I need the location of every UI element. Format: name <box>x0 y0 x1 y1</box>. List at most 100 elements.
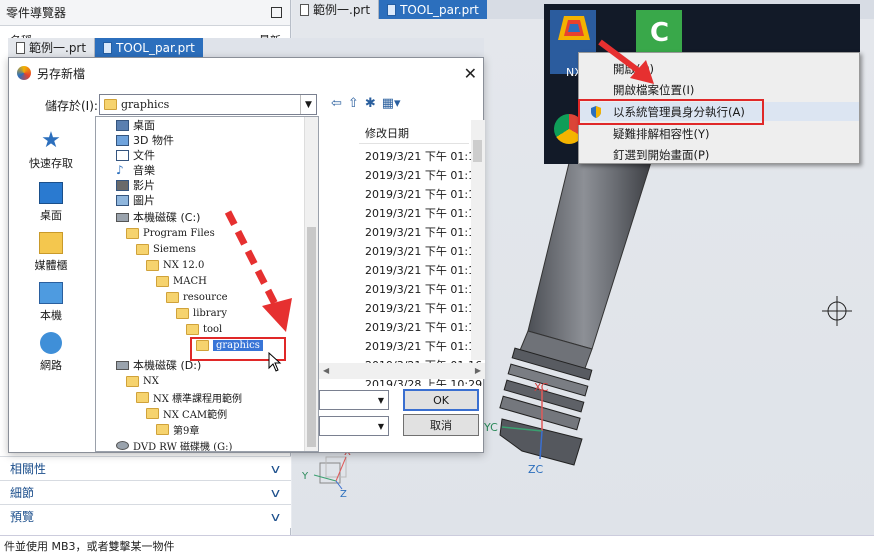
new-folder-icon[interactable]: ✱ <box>365 96 376 111</box>
place-desktop[interactable]: 桌面 <box>15 182 87 223</box>
tree-scrollbar[interactable] <box>304 117 318 451</box>
tree-item[interactable]: 桌面 <box>116 117 155 133</box>
place-label: 本機 <box>40 309 62 322</box>
place-this-pc[interactable]: 本機 <box>15 282 87 323</box>
date-cell: 2019/3/21 下午 01:16 <box>365 321 483 334</box>
tree-item[interactable]: 圖片 <box>116 192 155 208</box>
list-vertical-scrollbar[interactable] <box>471 120 485 360</box>
tree-label: DVD RW 磁碟機 (G:) <box>133 441 233 452</box>
chevron-down-icon[interactable]: ▼ <box>374 417 388 435</box>
date-cell: 2019/3/21 下午 01:16 <box>365 264 483 277</box>
axis-label-zc: ZC <box>528 463 544 476</box>
tree-item[interactable]: 第9章 <box>156 421 199 437</box>
tree-item[interactable]: NX 12.0 <box>146 257 204 273</box>
tree-item[interactable]: Program Files <box>126 225 215 241</box>
cancel-button[interactable]: 取消 <box>403 414 479 436</box>
tree-item[interactable]: DVD RW 磁碟機 (G:) <box>116 437 233 452</box>
desktop-icon <box>39 182 63 204</box>
ok-button[interactable]: OK <box>403 389 479 411</box>
file-name-combo[interactable]: ▼ <box>319 390 389 410</box>
place-label: 媒體櫃 <box>34 259 68 272</box>
tree-label: 文件 <box>133 149 155 162</box>
column-date-modified[interactable]: 修改日期 <box>359 120 469 144</box>
tree-item[interactable]: 本機磁碟 (C:) <box>116 209 200 225</box>
tree-item[interactable]: 本機磁碟 (D:) <box>116 357 201 373</box>
place-label: 桌面 <box>40 209 62 222</box>
picture-icon <box>116 194 129 206</box>
navigator-header: 零件導覽器 <box>0 0 290 26</box>
tree-item[interactable]: MACH <box>156 273 207 289</box>
folder-icon <box>146 407 159 419</box>
tree-item[interactable]: tool <box>186 321 222 337</box>
tree-label: Siemens <box>153 243 196 255</box>
tree-item[interactable]: 影片 <box>116 177 155 193</box>
save-in-label: 儲存於(I): <box>45 99 98 113</box>
view-menu-icon[interactable]: ▦▾ <box>382 96 401 111</box>
file-type-combo[interactable]: ▼ <box>319 416 389 436</box>
section-label: 細節 <box>10 486 35 500</box>
annotation-arrow-icon <box>224 210 292 332</box>
tree-label: 影片 <box>133 179 155 192</box>
place-quick-access[interactable]: ★ 快速存取 <box>15 130 87 171</box>
tree-item[interactable]: ♪ 音樂 <box>116 162 155 178</box>
tool-holder-shape <box>499 158 653 466</box>
tab-example-one-behind[interactable]: 範例一.prt <box>8 38 96 57</box>
up-folder-icon[interactable]: ⇧ <box>348 96 359 111</box>
tree-item[interactable]: 3D 物件 <box>116 132 174 148</box>
tab-example-one[interactable]: 範例一.prt <box>292 0 380 19</box>
chevron-down-icon[interactable]: ▼ <box>300 95 316 114</box>
scrollbar-thumb[interactable] <box>473 140 482 162</box>
chevron-down-icon: v <box>270 461 281 476</box>
tree-item[interactable]: NX CAM範例 <box>146 405 227 421</box>
folder-icon <box>104 99 117 110</box>
section-details[interactable]: 細節 v <box>0 480 291 504</box>
folder-icon <box>176 307 189 319</box>
tree-item[interactable]: NX <box>126 373 159 389</box>
tab-tool-par[interactable]: TOOL_par.prt <box>379 0 487 19</box>
part-file-icon <box>387 3 397 16</box>
tree-label: 音樂 <box>133 164 155 177</box>
menu-item-pin-to-start[interactable]: 釘選到開始畫面(P) <box>579 145 859 164</box>
dvd-icon <box>116 440 129 450</box>
date-cell: 2019/3/21 下午 01:16 <box>365 226 483 239</box>
close-icon[interactable]: ✕ <box>464 64 477 83</box>
scroll-right-icon[interactable]: ▶ <box>475 366 481 375</box>
place-network[interactable]: 網路 <box>15 332 87 373</box>
tab-tool-par-behind[interactable]: TOOL_par.prt <box>95 38 203 57</box>
status-text: 件並使用 MB3，或者雙擊某一物件 <box>4 540 175 553</box>
place-label: 網路 <box>40 359 62 372</box>
part-file-icon <box>103 41 113 54</box>
save-in-combo[interactable]: graphics ▼ <box>99 94 317 115</box>
list-horizontal-scrollbar[interactable]: ◀ ▶ <box>319 363 485 379</box>
drive-icon <box>116 360 129 370</box>
tab-label: 範例一.prt <box>313 3 371 17</box>
axis-label-xc: XC <box>534 381 549 394</box>
tree-label: 第9章 <box>173 425 200 437</box>
chevron-down-icon: v <box>270 485 281 500</box>
nx-logo-icon <box>17 66 31 80</box>
desktop-icon <box>116 119 129 131</box>
network-icon <box>40 332 62 354</box>
scroll-left-icon[interactable]: ◀ <box>323 366 329 375</box>
tree-item[interactable]: Siemens <box>136 241 196 257</box>
maximize-icon[interactable] <box>271 7 282 18</box>
menu-item-troubleshoot[interactable]: 疑難排解相容性(Y) <box>579 124 859 143</box>
tab-label: TOOL_par.prt <box>400 2 479 17</box>
place-libraries[interactable]: 媒體櫃 <box>15 232 87 273</box>
tree-label: NX 標準課程用範例 <box>153 393 243 405</box>
save-in-value: graphics <box>121 98 170 111</box>
tree-label: 桌面 <box>133 119 155 132</box>
library-icon <box>39 232 63 254</box>
navigator-title: 零件導覽器 <box>6 6 67 20</box>
scrollbar-thumb[interactable] <box>307 227 316 447</box>
tree-item[interactable]: NX 標準課程用範例 <box>136 389 242 405</box>
section-dependencies[interactable]: 相關性 v <box>0 456 291 480</box>
nx-app-icon <box>558 16 590 40</box>
dialog-title: 另存新檔 <box>37 66 86 81</box>
video-icon <box>116 179 129 191</box>
section-preview[interactable]: 預覽 v <box>0 504 291 528</box>
chevron-down-icon[interactable]: ▼ <box>374 391 388 409</box>
back-arrow-icon[interactable]: ⇦ <box>331 96 342 111</box>
tree-item[interactable]: 文件 <box>116 147 155 163</box>
date-cell: 2019/3/21 下午 01:16 <box>365 302 483 315</box>
